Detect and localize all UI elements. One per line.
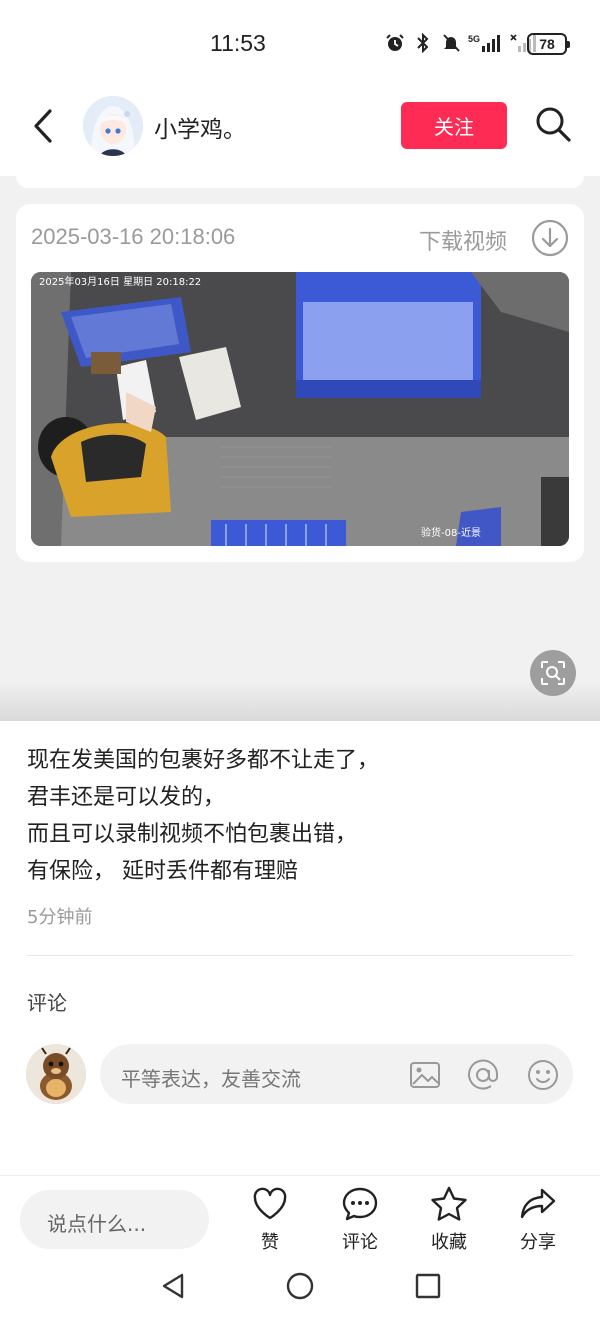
media-fade xyxy=(0,681,600,721)
post-line: 现在发美国的包裹好多都不让走了， xyxy=(27,748,380,773)
download-icon[interactable] xyxy=(531,219,569,257)
say-placeholder: 说点什么... xyxy=(47,1212,147,1236)
follow-button[interactable]: 关注 xyxy=(401,102,507,149)
battery-indicator: 78 xyxy=(527,33,570,55)
back-button[interactable] xyxy=(28,106,62,146)
comments-title: 评论 xyxy=(27,991,67,1015)
video-date: 2025-03-16 20:18:06 xyxy=(31,224,236,249)
post-time: 5分钟前 xyxy=(27,907,93,928)
comment-input[interactable]: 平等表达，友善交流 xyxy=(100,1044,573,1104)
like-label: 赞 xyxy=(261,1232,279,1253)
mute-icon xyxy=(440,32,462,54)
svg-text:5G: 5G xyxy=(468,34,480,44)
divider xyxy=(27,955,573,956)
status-bar: 11:53 5G 78 xyxy=(0,0,600,80)
emoji-icon[interactable] xyxy=(526,1058,560,1092)
like-button[interactable]: 赞 xyxy=(235,1184,305,1254)
nav-home-icon[interactable] xyxy=(285,1271,315,1301)
author-avatar[interactable] xyxy=(83,96,143,156)
media-area: 2025-03-16 20:18:06 下载视频 2025年03月16日 星期日… xyxy=(0,176,600,721)
favorite-label: 收藏 xyxy=(431,1232,467,1253)
download-video-button[interactable]: 下载视频 xyxy=(419,224,507,256)
previous-card-edge xyxy=(16,176,584,188)
video-thumbnail: 2025年03月16日 星期日 20:18:22 验货-08-近景 xyxy=(31,272,569,546)
post-line: 有保险， 延时丢件都有理赔 xyxy=(27,859,298,884)
comment-input-row: 平等表达，友善交流 xyxy=(0,1042,600,1106)
post-body: 现在发美国的包裹好多都不让走了， 君丰还是可以发的， 而且可以录制视频不怕包裹出… xyxy=(27,742,577,890)
heart-icon xyxy=(253,1187,287,1220)
search-icon xyxy=(536,107,571,142)
share-button[interactable]: 分享 xyxy=(503,1184,573,1254)
bottom-action-bar: 说点什么... 赞 评论 收藏 分享 xyxy=(0,1175,600,1255)
image-icon[interactable] xyxy=(408,1058,442,1092)
bluetooth-icon xyxy=(412,32,434,54)
alarm-icon xyxy=(384,32,406,54)
nav-back-icon[interactable] xyxy=(158,1271,188,1301)
post-line: 君丰还是可以发的， xyxy=(27,785,226,810)
at-icon[interactable] xyxy=(466,1058,500,1092)
comment-label: 评论 xyxy=(342,1232,378,1253)
video-overlay-timestamp: 2025年03月16日 星期日 20:18:22 xyxy=(39,275,201,288)
comment-icon xyxy=(342,1187,378,1221)
system-nav-bar xyxy=(0,1255,600,1320)
say-something-input[interactable]: 说点什么... xyxy=(20,1190,209,1249)
star-icon xyxy=(431,1186,467,1221)
share-icon xyxy=(520,1188,556,1219)
header: 小学鸡。 关注 xyxy=(0,80,600,176)
visual-search-button[interactable] xyxy=(530,650,576,696)
nav-recents-icon[interactable] xyxy=(413,1271,443,1301)
comment-placeholder: 平等表达，友善交流 xyxy=(121,1067,301,1091)
video-player[interactable]: 2025年03月16日 星期日 20:18:22 验货-08-近景 xyxy=(31,272,569,546)
comment-button[interactable]: 评论 xyxy=(325,1184,395,1254)
search-button[interactable] xyxy=(533,104,573,144)
author-username[interactable]: 小学鸡。 xyxy=(154,110,246,144)
share-label: 分享 xyxy=(520,1232,556,1253)
video-card: 2025-03-16 20:18:06 下载视频 2025年03月16日 星期日… xyxy=(16,204,584,562)
post-line: 而且可以录制视频不怕包裹出错， xyxy=(27,822,358,847)
video-overlay-camera: 验货-08-近景 xyxy=(421,526,481,539)
lens-search-icon xyxy=(541,661,565,685)
favorite-button[interactable]: 收藏 xyxy=(414,1184,484,1254)
status-time: 11:53 xyxy=(210,30,266,56)
status-icons: 5G xyxy=(384,32,540,54)
my-avatar xyxy=(26,1044,86,1104)
back-arrow-icon xyxy=(34,109,52,143)
signal-5g-icon: 5G xyxy=(468,32,504,54)
